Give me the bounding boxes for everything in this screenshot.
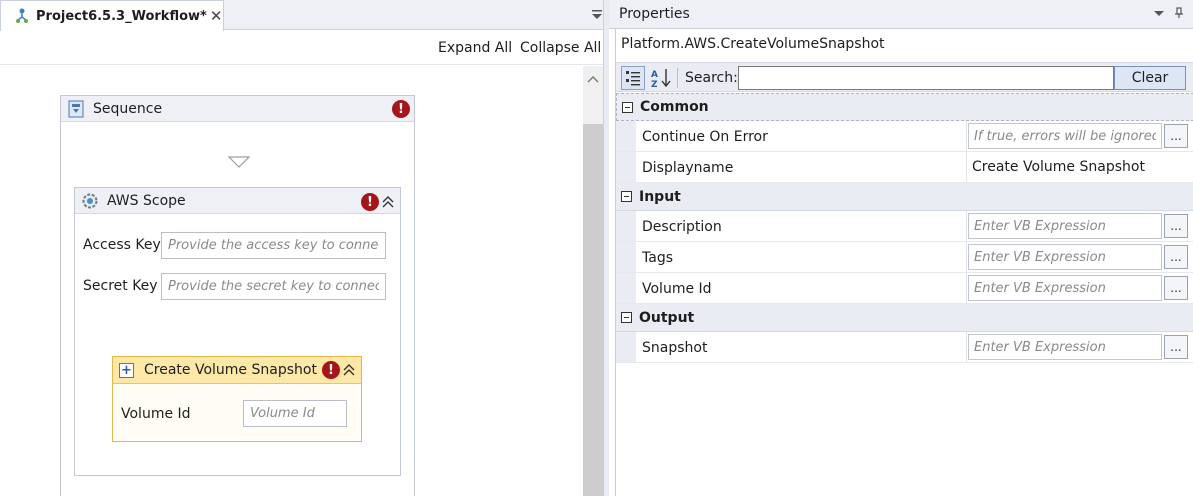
create-volume-snapshot-activity[interactable]: + Create Volume Snapshot ! Volume Id xyxy=(112,356,362,442)
continue-on-error-input[interactable] xyxy=(968,123,1162,149)
tab-workflow[interactable]: Project6.5.3_Workflow* ✕ xyxy=(0,0,224,31)
sequence-header[interactable]: Sequence xyxy=(61,96,414,122)
category-name: Output xyxy=(639,309,695,326)
scroll-up-icon[interactable] xyxy=(587,72,599,83)
properties-title: Properties xyxy=(619,6,690,22)
error-icon[interactable]: ! xyxy=(361,193,379,211)
property-row-continue-on-error[interactable]: Continue On Error ... xyxy=(616,121,1193,152)
collapse-chevron-icon[interactable] xyxy=(381,196,395,208)
expand-all-link[interactable]: Expand All xyxy=(438,40,512,56)
tab-title: Project6.5.3_Workflow* xyxy=(36,8,207,24)
property-name: Tags xyxy=(642,250,673,266)
tags-input[interactable] xyxy=(968,244,1162,270)
property-row-tags[interactable]: Tags ... xyxy=(616,242,1193,273)
svg-text:A: A xyxy=(651,70,658,80)
property-row-snapshot[interactable]: Snapshot ... xyxy=(616,332,1193,363)
category-output[interactable]: Output xyxy=(616,304,1193,332)
sequence-icon xyxy=(67,100,85,118)
category-name: Input xyxy=(639,188,681,205)
clear-button[interactable]: Clear xyxy=(1114,66,1186,90)
workflow-icon xyxy=(15,8,29,24)
properties-pane: Properties Platform.AWS.CreateVolumeSnap… xyxy=(609,0,1193,496)
column-divider xyxy=(966,121,967,151)
toolbar-separator xyxy=(677,68,678,88)
column-divider xyxy=(966,152,967,182)
expand-plus-icon[interactable]: + xyxy=(119,362,134,378)
aws-scope-title: AWS Scope xyxy=(107,192,186,209)
tags-ellipsis-button[interactable]: ... xyxy=(1164,245,1188,269)
close-icon[interactable]: ✕ xyxy=(210,8,223,24)
volume-id-label: Volume Id xyxy=(121,406,191,422)
category-common[interactable]: Common xyxy=(616,93,1193,121)
pin-icon[interactable] xyxy=(1173,7,1185,19)
designer-canvas[interactable]: Sequence ! AWS Scope ! Access Key Provid… xyxy=(0,66,583,496)
row-gutter xyxy=(616,242,636,272)
search-input[interactable] xyxy=(738,66,1114,90)
collapse-all-link[interactable]: Collapse All xyxy=(520,40,601,56)
properties-toolbar: A Z Search: Clear xyxy=(616,62,1193,92)
workflow-designer: Project6.5.3_Workflow* ✕ Expand All Coll… xyxy=(0,0,609,496)
secret-key-input[interactable] xyxy=(161,273,386,300)
secret-key-label: Secret Key xyxy=(83,278,158,294)
aws-scope-header[interactable]: AWS Scope xyxy=(75,188,400,214)
row-gutter xyxy=(616,211,636,241)
category-input[interactable]: Input xyxy=(616,183,1193,211)
collapse-minus-icon[interactable] xyxy=(622,101,633,113)
properties-titlebar: Properties xyxy=(609,0,1193,29)
volume-id-input[interactable] xyxy=(243,400,347,427)
properties-body: Platform.AWS.CreateVolumeSnapshot A Z Se… xyxy=(615,29,1193,496)
property-row-displayname[interactable]: Displayname Create Volume Snapshot xyxy=(616,152,1193,183)
snapshot-ellipsis-button[interactable]: ... xyxy=(1164,335,1188,359)
snapshot-input[interactable] xyxy=(968,334,1162,360)
designer-vertical-scrollbar[interactable] xyxy=(583,66,603,496)
continue-on-error-ellipsis-button[interactable]: ... xyxy=(1164,124,1188,148)
error-icon[interactable]: ! xyxy=(322,361,340,379)
column-divider xyxy=(966,273,967,303)
sort-alphabetical-icon[interactable]: A Z xyxy=(649,66,673,90)
property-name: Volume Id xyxy=(642,281,712,297)
tab-list-dropdown-icon[interactable] xyxy=(591,9,603,19)
column-divider xyxy=(966,242,967,272)
categorized-icon[interactable] xyxy=(621,66,645,90)
selected-object-type: Platform.AWS.CreateVolumeSnapshot xyxy=(621,36,885,52)
column-divider xyxy=(966,211,967,241)
access-key-label: Access Key xyxy=(83,237,161,253)
designer-toolbar: Expand All Collapse All xyxy=(0,31,609,65)
row-gutter xyxy=(616,332,636,362)
drop-target-arrow-icon xyxy=(227,156,251,168)
volume-id-ellipsis-button[interactable]: ... xyxy=(1164,276,1188,300)
access-key-input[interactable] xyxy=(161,232,386,259)
pane-menu-dropdown-icon[interactable] xyxy=(1153,7,1165,19)
collapse-chevron-icon[interactable] xyxy=(342,364,356,376)
search-label: Search: xyxy=(685,70,738,86)
description-input[interactable] xyxy=(968,213,1162,239)
property-row-volume-id[interactable]: Volume Id ... xyxy=(616,273,1193,304)
displayname-value[interactable]: Create Volume Snapshot xyxy=(972,159,1145,175)
volume-id-property-input[interactable] xyxy=(968,275,1162,301)
row-gutter xyxy=(616,152,636,182)
collapse-minus-icon[interactable] xyxy=(621,191,632,202)
sequence-title: Sequence xyxy=(93,100,163,117)
property-name: Displayname xyxy=(642,160,734,176)
create-volume-snapshot-title: Create Volume Snapshot xyxy=(144,362,317,378)
category-name: Common xyxy=(640,99,709,115)
scrollbar-thumb[interactable] xyxy=(583,124,603,496)
collapse-minus-icon[interactable] xyxy=(621,312,632,323)
document-tabstrip: Project6.5.3_Workflow* ✕ xyxy=(0,0,609,31)
gear-icon xyxy=(81,192,99,210)
property-name: Snapshot xyxy=(642,340,708,356)
column-divider xyxy=(966,332,967,362)
row-gutter xyxy=(616,121,636,151)
property-row-description[interactable]: Description ... xyxy=(616,211,1193,242)
property-name: Description xyxy=(642,219,722,235)
property-name: Continue On Error xyxy=(642,129,768,145)
row-gutter xyxy=(616,273,636,303)
description-ellipsis-button[interactable]: ... xyxy=(1164,214,1188,238)
property-grid: Common Continue On Error ... Displayname… xyxy=(616,93,1193,363)
error-icon[interactable]: ! xyxy=(392,100,410,118)
svg-text:Z: Z xyxy=(651,80,658,90)
